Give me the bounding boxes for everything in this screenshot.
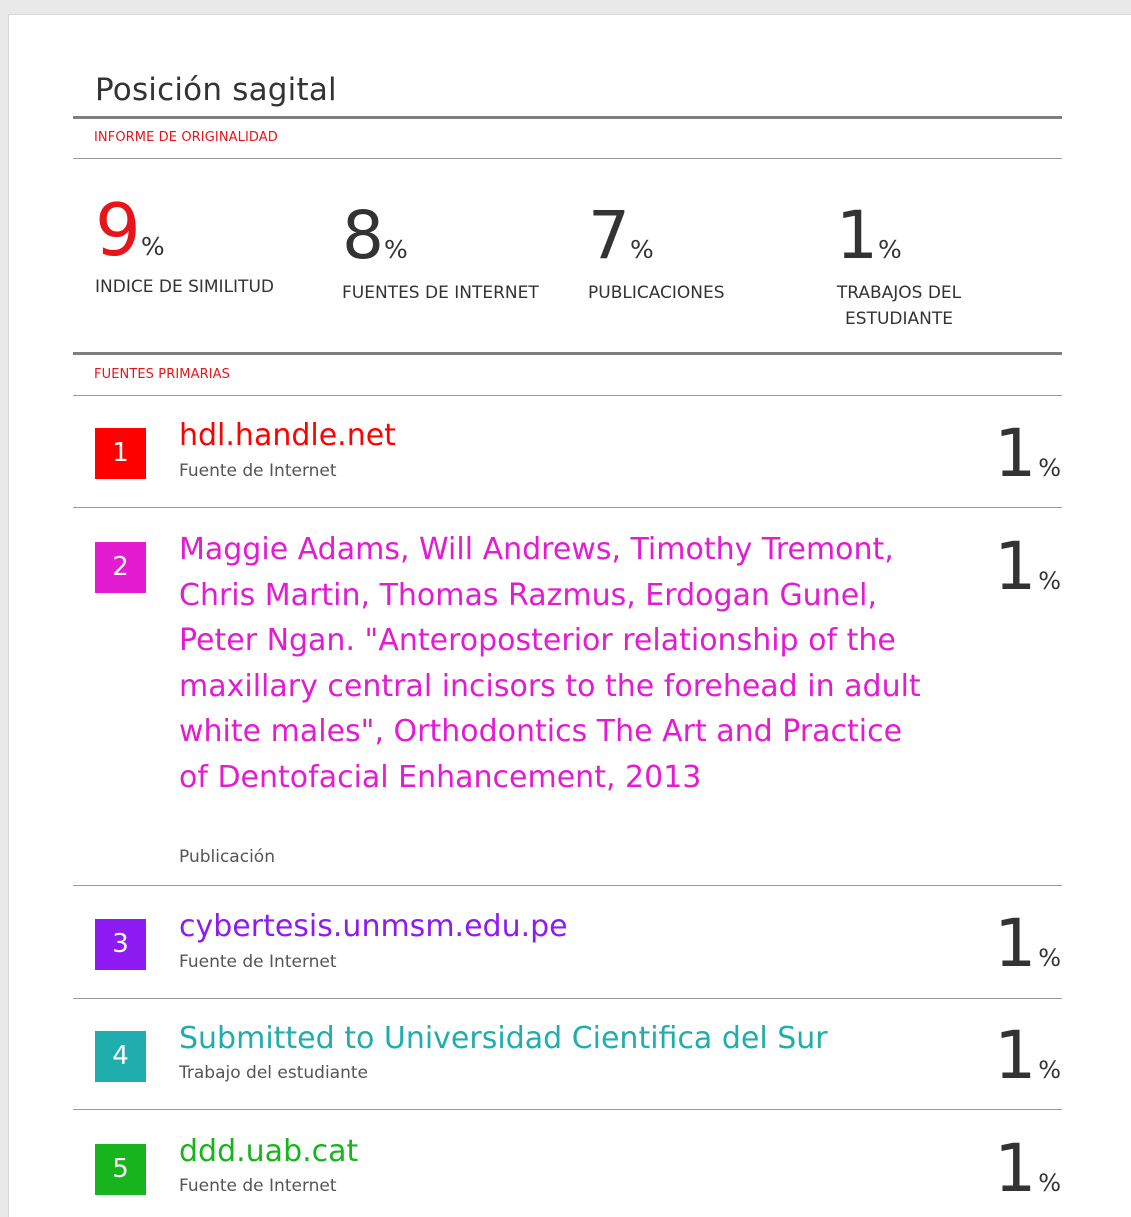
source-2-value: 1 — [994, 528, 1036, 605]
source-2-divider — [73, 885, 1062, 886]
source-3-value: 1 — [994, 905, 1036, 982]
title-divider — [73, 116, 1062, 119]
document-title: Posición sagital — [95, 72, 337, 108]
stat-internet-value: 8 — [342, 197, 384, 274]
source-1-percentage: 1% — [994, 415, 1061, 492]
source-3-divider — [73, 998, 1062, 999]
source-4-value: 1 — [994, 1017, 1036, 1094]
source-4-title-link[interactable]: Submitted to Universidad Cientifica del … — [179, 1016, 999, 1062]
source-5-type: Fuente de Internet — [179, 1176, 337, 1196]
source-1-rank-badge: 1 — [95, 428, 146, 479]
stat-student-unit: % — [878, 235, 902, 264]
source-2-rank-badge: 2 — [95, 542, 146, 593]
source-3-unit: % — [1038, 944, 1061, 972]
source-2-unit: % — [1038, 567, 1061, 595]
source-3-rank-badge: 3 — [95, 919, 146, 970]
stat-publications: 7% PUBLICACIONES — [588, 201, 725, 306]
stat-student-papers: 1% TRABAJOS DEL ESTUDIANTE — [814, 201, 984, 332]
source-4-rank-badge: 4 — [95, 1031, 146, 1082]
source-5-percentage: 1% — [994, 1130, 1061, 1207]
stat-publications-value: 7 — [588, 197, 630, 274]
stat-similarity-value: 9 — [95, 188, 141, 272]
source-5-value: 1 — [994, 1130, 1036, 1207]
source-4-unit: % — [1038, 1056, 1061, 1084]
source-1-title-link[interactable]: hdl.handle.net — [179, 413, 939, 459]
stat-internet-label: FUENTES DE INTERNET — [342, 283, 539, 303]
primary-sources-label: FUENTES PRIMARIAS — [94, 367, 230, 382]
source-1-type: Fuente de Internet — [179, 461, 337, 481]
source-5-unit: % — [1038, 1169, 1061, 1197]
stat-similarity-unit: % — [140, 232, 165, 261]
source-1-value: 1 — [994, 415, 1036, 492]
originality-section-label: INFORME DE ORIGINALIDAD — [94, 130, 278, 145]
source-3-percentage: 1% — [994, 905, 1061, 982]
stat-student-label: TRABAJOS DEL ESTUDIANTE — [836, 283, 962, 329]
source-2-percentage: 1% — [994, 528, 1061, 605]
stat-internet-sources: 8% FUENTES DE INTERNET — [342, 201, 539, 306]
source-3-title-link[interactable]: cybertesis.unmsm.edu.pe — [179, 904, 939, 950]
primary-sources-divider — [73, 395, 1062, 396]
stats-divider — [73, 352, 1062, 355]
stat-publications-label: PUBLICACIONES — [588, 283, 725, 303]
source-4-percentage: 1% — [994, 1017, 1061, 1094]
source-1-unit: % — [1038, 454, 1061, 482]
source-2-type: Publicación — [179, 847, 275, 867]
source-2-title-link[interactable]: Maggie Adams, Will Andrews, Timothy Trem… — [179, 527, 939, 800]
source-1-divider — [73, 507, 1062, 508]
originality-report-page: Posición sagital INFORME DE ORIGINALIDAD… — [8, 14, 1131, 1217]
stat-similarity-label: INDICE DE SIMILITUD — [95, 277, 274, 297]
stat-similarity-index: 9% INDICE DE SIMILITUD — [95, 188, 274, 300]
stat-student-value: 1 — [836, 197, 878, 274]
source-5-title-link[interactable]: ddd.uab.cat — [179, 1129, 939, 1175]
source-4-type: Trabajo del estudiante — [179, 1063, 368, 1083]
source-4-divider — [73, 1109, 1062, 1110]
stat-publications-unit: % — [630, 235, 654, 264]
stat-internet-unit: % — [384, 235, 408, 264]
originality-divider — [73, 158, 1062, 159]
source-5-rank-badge: 5 — [95, 1144, 146, 1195]
source-3-type: Fuente de Internet — [179, 952, 337, 972]
